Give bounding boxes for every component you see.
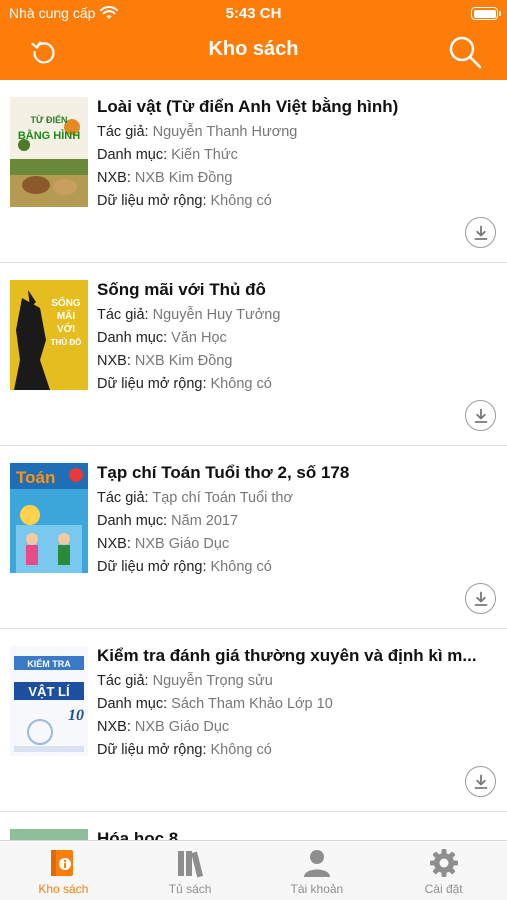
author-row: Tác giả: Tạp chí Toán Tuổi thơ <box>97 490 294 506</box>
extra-data-row: Dữ liệu mở rộng: Không có <box>97 742 272 758</box>
extra-data-value: Không có <box>210 742 272 758</box>
author-value: Tạp chí Toán Tuổi thơ <box>152 490 294 506</box>
svg-text:MÃI: MÃI <box>57 309 76 322</box>
publisher-value: NXB Kim Đồng <box>134 353 233 369</box>
status-bar: Nhà cung cấp 5:43 CH <box>0 0 507 28</box>
book-cover: TỪ ĐIỂN BẰNG HÌNH <box>10 97 88 207</box>
user-icon <box>303 850 330 877</box>
book-item[interactable]: SỐNG MÃI VỚI THỦ ĐÔ Sống mãi với Thủ đô … <box>0 263 507 446</box>
extra-data-value: Không có <box>210 376 272 392</box>
publisher-row: NXB: NXB Giáo Dục <box>97 536 230 552</box>
svg-text:BẰNG HÌNH: BẰNG HÌNH <box>18 129 80 142</box>
svg-text:Toán: Toán <box>16 468 55 487</box>
author-row: Tác giả: Nguyễn Thanh Hương <box>97 124 298 140</box>
category-value: Sách Tham Khảo Lớp 10 <box>171 696 333 712</box>
tab-bar: Kho sách Tủ sách Tài khoản Cài đặt <box>0 840 507 900</box>
author-value: Nguyễn Trọng sửu <box>152 673 273 689</box>
header-bar: Nhà cung cấp 5:43 CH Kho sách <box>0 0 507 80</box>
extra-data-value: Không có <box>210 559 272 575</box>
book-item[interactable]: Hóa học 8 <box>0 812 507 840</box>
book-cover: SỐNG MÃI VỚI THỦ ĐÔ <box>10 280 88 390</box>
search-icon <box>449 36 482 69</box>
tab-label: Tủ sách <box>168 882 212 896</box>
tab-tu-sach[interactable]: Tủ sách <box>127 841 254 900</box>
book-title[interactable]: Kiểm tra đánh giá thường xuyên và định k… <box>97 645 491 667</box>
svg-text:10: 10 <box>68 707 84 724</box>
book-item[interactable]: Toán Tạp chí Toán Tuổi thơ 2, số 178 Tác… <box>0 446 507 629</box>
download-icon <box>474 225 487 240</box>
publisher-value: NXB Kim Đồng <box>134 170 233 186</box>
publisher-row: NXB: NXB Kim Đồng <box>97 353 233 369</box>
book-cover: KIỂM TRA VẬT LÍ 10 <box>10 646 88 756</box>
download-button[interactable] <box>465 400 496 431</box>
battery-icon <box>471 7 501 20</box>
category-row: Danh mục: Sách Tham Khảo Lớp 10 <box>97 696 333 712</box>
extra-data-value: Không có <box>210 193 272 209</box>
download-button[interactable] <box>465 766 496 797</box>
book-title[interactable]: Hóa học 8 <box>97 828 178 840</box>
category-value: Văn Học <box>171 330 227 346</box>
category-row: Danh mục: Kiến Thức <box>97 147 238 163</box>
author-value: Nguyễn Huy Tưởng <box>152 307 281 323</box>
book-item[interactable]: TỪ ĐIỂN BẰNG HÌNH Loài vật (Từ điển Anh … <box>0 80 507 263</box>
tab-cai-dat[interactable]: Cài đặt <box>380 841 507 900</box>
tab-tai-khoan[interactable]: Tài khoản <box>254 841 381 900</box>
svg-text:KIỂM TRA: KIỂM TRA <box>27 658 71 669</box>
publisher-value: NXB Giáo Dục <box>134 719 230 735</box>
svg-text:TỪ ĐIỂN: TỪ ĐIỂN <box>31 114 68 125</box>
book-title[interactable]: Sống mãi với Thủ đô <box>97 279 491 301</box>
svg-text:SỐNG: SỐNG <box>51 295 81 309</box>
publisher-value: NXB Giáo Dục <box>134 536 230 552</box>
category-row: Danh mục: Năm 2017 <box>97 513 239 529</box>
gear-icon <box>429 849 458 877</box>
book-cover <box>10 829 88 840</box>
tab-label: Kho sách <box>38 882 89 896</box>
category-value: Năm 2017 <box>171 513 239 529</box>
tab-label: Tài khoản <box>290 882 344 896</box>
category-value: Kiến Thức <box>171 147 238 163</box>
download-button[interactable] <box>465 217 496 248</box>
book-icon <box>51 850 74 876</box>
download-icon <box>474 408 487 423</box>
svg-text:VỚI: VỚI <box>57 322 75 335</box>
tab-label: Cài đặt <box>424 882 463 896</box>
clock: 5:43 CH <box>225 5 282 22</box>
category-row: Danh mục: Văn Học <box>97 330 227 346</box>
author-value: Nguyễn Thanh Hương <box>152 124 298 140</box>
tab-kho-sach[interactable]: Kho sách <box>0 841 127 900</box>
download-icon <box>474 774 487 789</box>
page-title: Kho sách <box>208 38 299 60</box>
author-row: Tác giả: Nguyễn Trọng sửu <box>97 673 273 689</box>
book-title[interactable]: Tạp chí Toán Tuổi thơ 2, số 178 <box>97 462 491 484</box>
publisher-row: NXB: NXB Giáo Dục <box>97 719 230 735</box>
svg-text:VẬT LÍ: VẬT LÍ <box>28 684 70 699</box>
book-cover: Toán <box>10 463 88 573</box>
bookshelf-icon <box>178 851 204 878</box>
svg-text:THỦ ĐÔ: THỦ ĐÔ <box>51 338 82 347</box>
book-title[interactable]: Loài vật (Từ điển Anh Việt bằng hình) <box>97 96 491 118</box>
author-row: Tác giả: Nguyễn Huy Tưởng <box>97 307 281 323</box>
book-item[interactable]: KIỂM TRA VẬT LÍ 10 Kiểm tra đánh giá thư… <box>0 629 507 812</box>
publisher-row: NXB: NXB Kim Đồng <box>97 170 233 186</box>
extra-data-row: Dữ liệu mở rộng: Không có <box>97 559 272 575</box>
extra-data-row: Dữ liệu mở rộng: Không có <box>97 376 272 392</box>
download-icon <box>474 591 487 606</box>
book-list[interactable]: TỪ ĐIỂN BẰNG HÌNH Loài vật (Từ điển Anh … <box>0 80 507 840</box>
download-button[interactable] <box>465 583 496 614</box>
search-button[interactable] <box>445 34 485 70</box>
extra-data-row: Dữ liệu mở rộng: Không có <box>97 193 272 209</box>
